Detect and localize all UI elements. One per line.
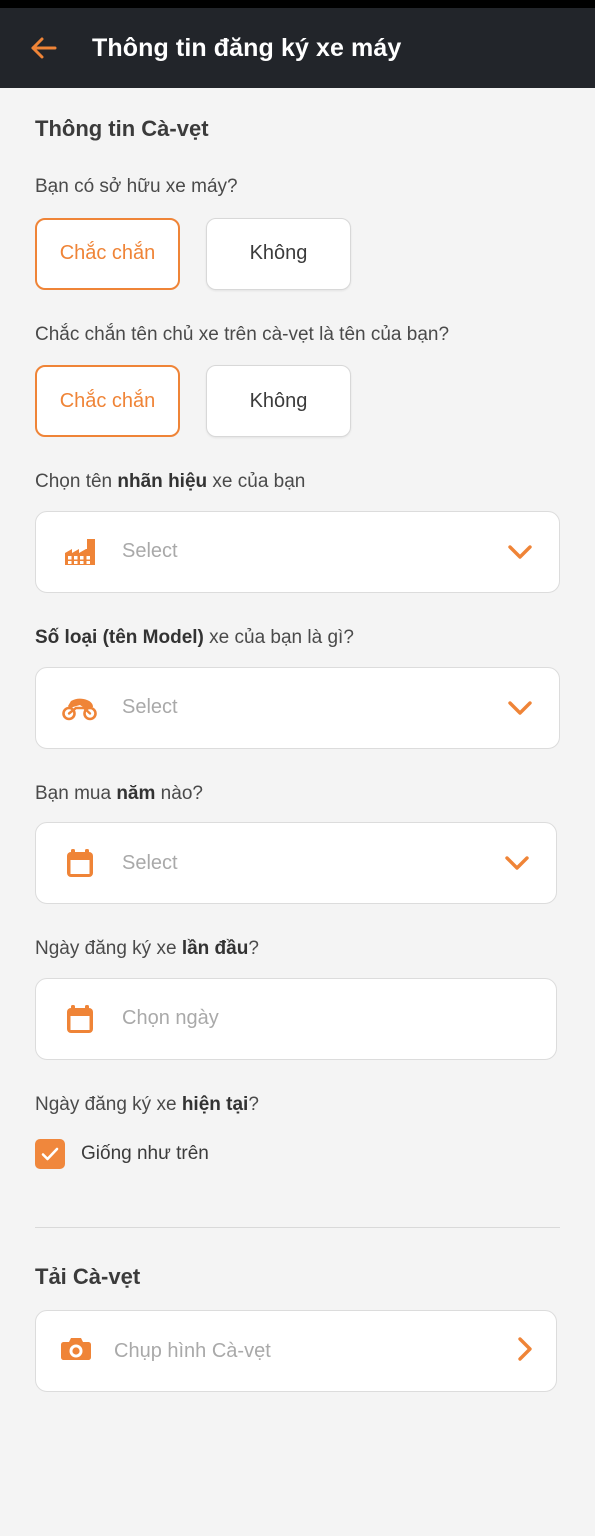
brand-select[interactable]: Select [35,510,560,593]
option-owner-name-no[interactable]: Không [206,365,351,438]
current-registration-label: Ngày đăng ký xe hiện tại? [35,1092,560,1118]
model-label-suffix: xe của bạn là gì? [203,626,354,648]
brand-label-suffix: xe của bạn [207,471,306,493]
checkmark-icon [41,1148,59,1161]
year-label-suffix: nào? [155,782,203,804]
form-content: Thông tin Cà-vẹt Bạn có sở hữu xe máy? C… [0,116,595,1393]
brand-label-bold: nhãn hiệu [117,471,208,493]
first-registration-date-input[interactable]: Chọn ngày [35,977,557,1060]
current-registration-label-bold: hiện tại [181,1093,249,1115]
chevron-right-icon[interactable] [516,1335,534,1368]
question-owner-name-options: Chắc chắn Không [35,365,560,438]
year-label: Bạn mua năm nào? [35,781,560,807]
motorcycle-icon [60,695,100,721]
model-select-value: Select [122,696,178,719]
question-ownership-label: Bạn có sở hữu xe máy? [35,176,238,197]
first-registration-date-value: Chọn ngày [122,1007,219,1030]
brand-label-prefix: Chọn tên [35,471,118,493]
factory-icon [60,537,100,567]
same-as-above-checkbox[interactable] [35,1139,65,1170]
option-ownership-no[interactable]: Không [206,217,351,290]
year-label-bold: năm [116,782,156,804]
upload-photo-label: Chụp hình Cà-vẹt [114,1339,271,1362]
section-title: Thông tin Cà-vẹt [35,116,209,141]
brand-label: Chọn tên nhãn hiệu xe của bạn [35,469,560,495]
current-registration-label-suffix: ? [248,1093,259,1115]
back-button[interactable] [22,26,66,70]
chevron-down-icon[interactable] [500,855,534,871]
model-label: Số loại (tên Model) xe của bạn là gì? [35,625,560,651]
arrow-left-icon [31,37,57,59]
first-registration-label-prefix: Ngày đăng ký xe [35,938,182,960]
section-divider [35,1227,560,1229]
first-registration-label-suffix: ? [248,938,259,960]
year-select-value: Select [122,851,178,874]
same-as-above-label: Giống như trên [81,1143,209,1165]
calendar-icon [60,1004,100,1034]
calendar-icon [60,848,100,878]
first-registration-label: Ngày đăng ký xe lần đầu? [35,936,560,962]
question-ownership-options: Chắc chắn Không [35,217,560,290]
year-select[interactable]: Select [35,822,557,905]
status-bar [0,0,595,8]
option-ownership-yes[interactable]: Chắc chắn [35,217,180,290]
chevron-down-icon[interactable] [503,544,537,560]
brand-select-value: Select [122,540,178,563]
current-registration-label-prefix: Ngày đăng ký xe [35,1093,182,1115]
upload-photo-button[interactable]: Chụp hình Cà-vẹt [35,1310,557,1393]
same-as-above-row[interactable]: Giống như trên [35,1139,560,1170]
option-owner-name-yes[interactable]: Chắc chắn [35,365,180,438]
question-owner-name-label: Chắc chắn tên chủ xe trên cà-vẹt là tên … [35,323,450,345]
model-label-bold: Số loại (tên Model) [35,626,204,648]
app-bar: Thông tin đăng ký xe máy [0,8,595,88]
app-screen: Thông tin đăng ký xe máy Thông tin Cà-vẹ… [0,0,595,1536]
first-registration-label-bold: lần đầu [181,938,249,960]
upload-section-title: Tải Cà-vẹt [35,1264,141,1290]
camera-icon [60,1335,92,1368]
chevron-down-icon[interactable] [503,700,537,716]
model-select[interactable]: Select [35,666,560,749]
page-title: Thông tin đăng ký xe máy [92,33,402,62]
year-label-prefix: Bạn mua [35,782,117,804]
